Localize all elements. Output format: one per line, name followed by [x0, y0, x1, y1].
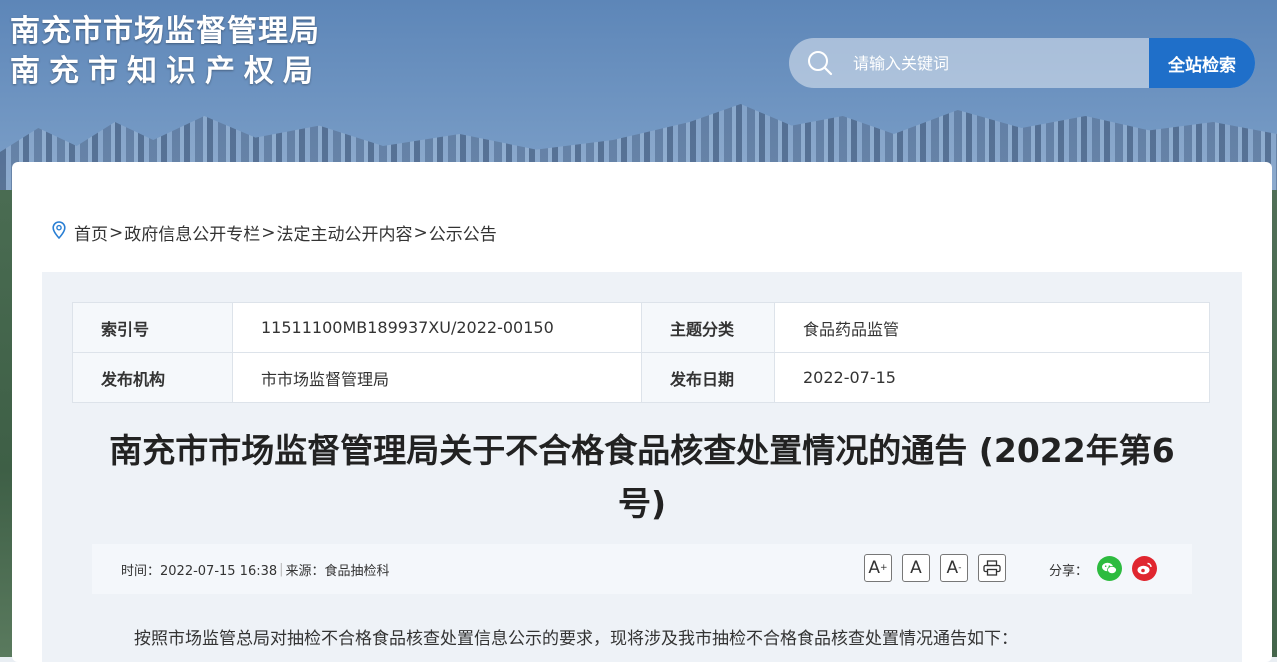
font-larger-button[interactable]: A + — [864, 554, 892, 582]
reading-tools: A + A A- — [864, 554, 1006, 582]
page-title: 南充市市场监督管理局关于不合格食品核查处置情况的通告 (2022年第6号) — [109, 431, 1175, 523]
org-value: 市市场监督管理局 — [232, 352, 642, 403]
info-divider: | — [279, 561, 284, 577]
search-input[interactable] — [851, 38, 1149, 88]
site-title-line2: 南充市知识产权局 — [10, 54, 322, 89]
table-row: 索引号 11511100MB189937XU/2022-00150 主题分类 食… — [72, 302, 1210, 353]
search-button[interactable]: 全站检索 — [1149, 38, 1255, 88]
metadata-table: 索引号 11511100MB189937XU/2022-00150 主题分类 食… — [72, 302, 1210, 403]
font-larger-label: A — [868, 558, 881, 578]
font-smaller-button[interactable]: A- — [940, 554, 968, 582]
breadcrumb-separator: > — [413, 222, 428, 243]
font-normal-button[interactable]: A — [902, 554, 930, 582]
topic-label: 主题分类 — [641, 302, 775, 353]
date-label: 发布日期 — [641, 352, 775, 403]
breadcrumb-announcements[interactable]: 公示公告 — [429, 220, 497, 245]
content-card: 首页 > 政府信息公开专栏 > 法定主动公开内容 > 公示公告 索引号 1151… — [12, 162, 1272, 662]
site-title-line1: 南充市市场监督管理局 — [10, 14, 320, 49]
print-button[interactable] — [978, 554, 1006, 582]
table-row: 发布机构 市市场监督管理局 发布日期 2022-07-15 — [72, 352, 1210, 403]
topic-value: 食品药品监管 — [774, 302, 1210, 353]
article-info-bar: 时间：2022-07-15 16:38 | 来源：食品抽检科 A + A A- 分… — [92, 544, 1192, 594]
breadcrumb: 首页 > 政府信息公开专栏 > 法定主动公开内容 > 公示公告 — [52, 220, 497, 245]
index-value: 11511100MB189937XU/2022-00150 — [232, 302, 642, 353]
location-pin-icon — [52, 221, 66, 244]
search-icon — [789, 38, 851, 88]
article-source: 来源：食品抽检科 — [285, 563, 390, 579]
share-label: 分享： — [1049, 564, 1089, 579]
breadcrumb-separator: > — [261, 222, 276, 243]
font-normal-label: A — [910, 558, 922, 578]
date-value: 2022-07-15 — [774, 352, 1210, 403]
breadcrumb-gov-info[interactable]: 政府信息公开专栏 — [124, 220, 260, 245]
org-label: 发布机构 — [72, 352, 233, 403]
weibo-share-icon[interactable] — [1132, 556, 1157, 581]
wechat-share-icon[interactable] — [1097, 556, 1122, 581]
article-body-first-line: 按照市场监管总局对抽检不合格食品核查处置信息公示的要求，现将涉及我市抽检不合格食… — [134, 629, 1018, 649]
printer-icon — [983, 560, 1001, 576]
breadcrumb-statutory[interactable]: 法定主动公开内容 — [277, 220, 413, 245]
breadcrumb-separator: > — [109, 222, 124, 243]
search-bar: 全站检索 — [789, 38, 1255, 88]
font-smaller-label: A — [946, 558, 959, 578]
publish-time: 时间：2022-07-15 16:38 — [121, 563, 278, 579]
breadcrumb-home[interactable]: 首页 — [74, 220, 108, 245]
index-label: 索引号 — [72, 302, 233, 353]
site-logo-title[interactable]: 南充市市场监督管理局 南充市知识产权局 — [10, 12, 322, 92]
